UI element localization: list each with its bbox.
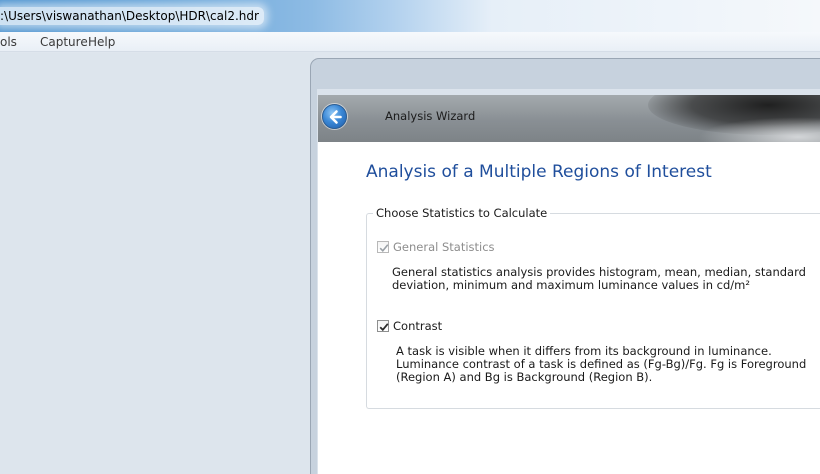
menu-item-help[interactable]: Help [88, 35, 115, 50]
title-bar: :\Users\viswanathan\Desktop\HDR\cal2.hdr [0, 0, 820, 32]
groupbox-label: Choose Statistics to Calculate [373, 206, 551, 221]
description-line: deviation, minimum and maximum luminance… [392, 278, 750, 292]
check-icon [379, 323, 389, 332]
contrast-label: Contrast [393, 319, 443, 333]
description-line: (Region A) and Bg is Background (Region … [396, 370, 653, 384]
contrast-checkbox[interactable] [377, 320, 389, 332]
general-statistics-label: General Statistics [393, 240, 495, 254]
contrast-description: A task is visible when it differs from i… [396, 345, 806, 384]
back-button[interactable] [322, 104, 347, 129]
menu-bar: ols Capture Help [0, 32, 820, 52]
window-title: :\Users\viswanathan\Desktop\HDR\cal2.hdr [0, 7, 264, 25]
general-statistics-description: General statistics analysis provides his… [392, 266, 806, 292]
wizard-title: Analysis Wizard [385, 109, 476, 123]
back-arrow-icon [329, 110, 342, 124]
menu-item-tools[interactable]: ols [0, 35, 17, 50]
general-statistics-checkbox[interactable] [377, 241, 389, 253]
page-title: Analysis of a Multiple Regions of Intere… [366, 162, 712, 182]
left-panel [0, 53, 314, 474]
check-icon [379, 244, 389, 252]
menu-item-capture[interactable]: Capture [40, 35, 88, 50]
